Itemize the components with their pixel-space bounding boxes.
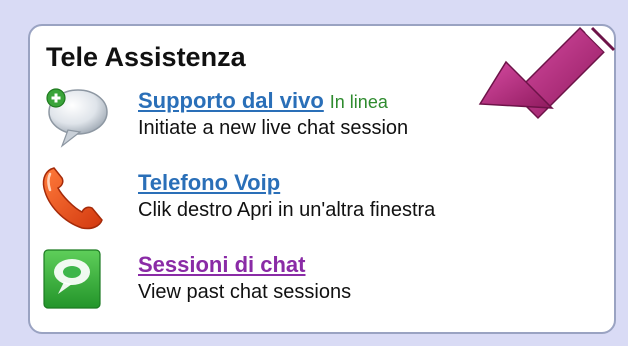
voip-phone-item: Telefono Voip Clik destro Apri in un'alt…	[38, 164, 598, 232]
panel-title: Tele Assistenza	[46, 42, 246, 72]
arrow-icon	[476, 22, 618, 126]
chat-sessions-item: Sessioni di chat View past chat sessions	[38, 246, 598, 314]
online-status: In linea	[329, 92, 388, 112]
chat-sessions-description: View past chat sessions	[138, 281, 352, 303]
chat-sessions-icon	[38, 246, 110, 314]
voip-phone-link[interactable]: Telefono Voip	[138, 170, 280, 195]
voip-phone-description: Clik destro Apri in un'altra finestra	[138, 199, 436, 221]
phone-icon	[38, 164, 110, 232]
live-chat-link[interactable]: Supporto dal vivo	[138, 88, 324, 113]
chat-sessions-link[interactable]: Sessioni di chat	[138, 252, 306, 277]
chat-bubble-icon	[38, 82, 110, 150]
